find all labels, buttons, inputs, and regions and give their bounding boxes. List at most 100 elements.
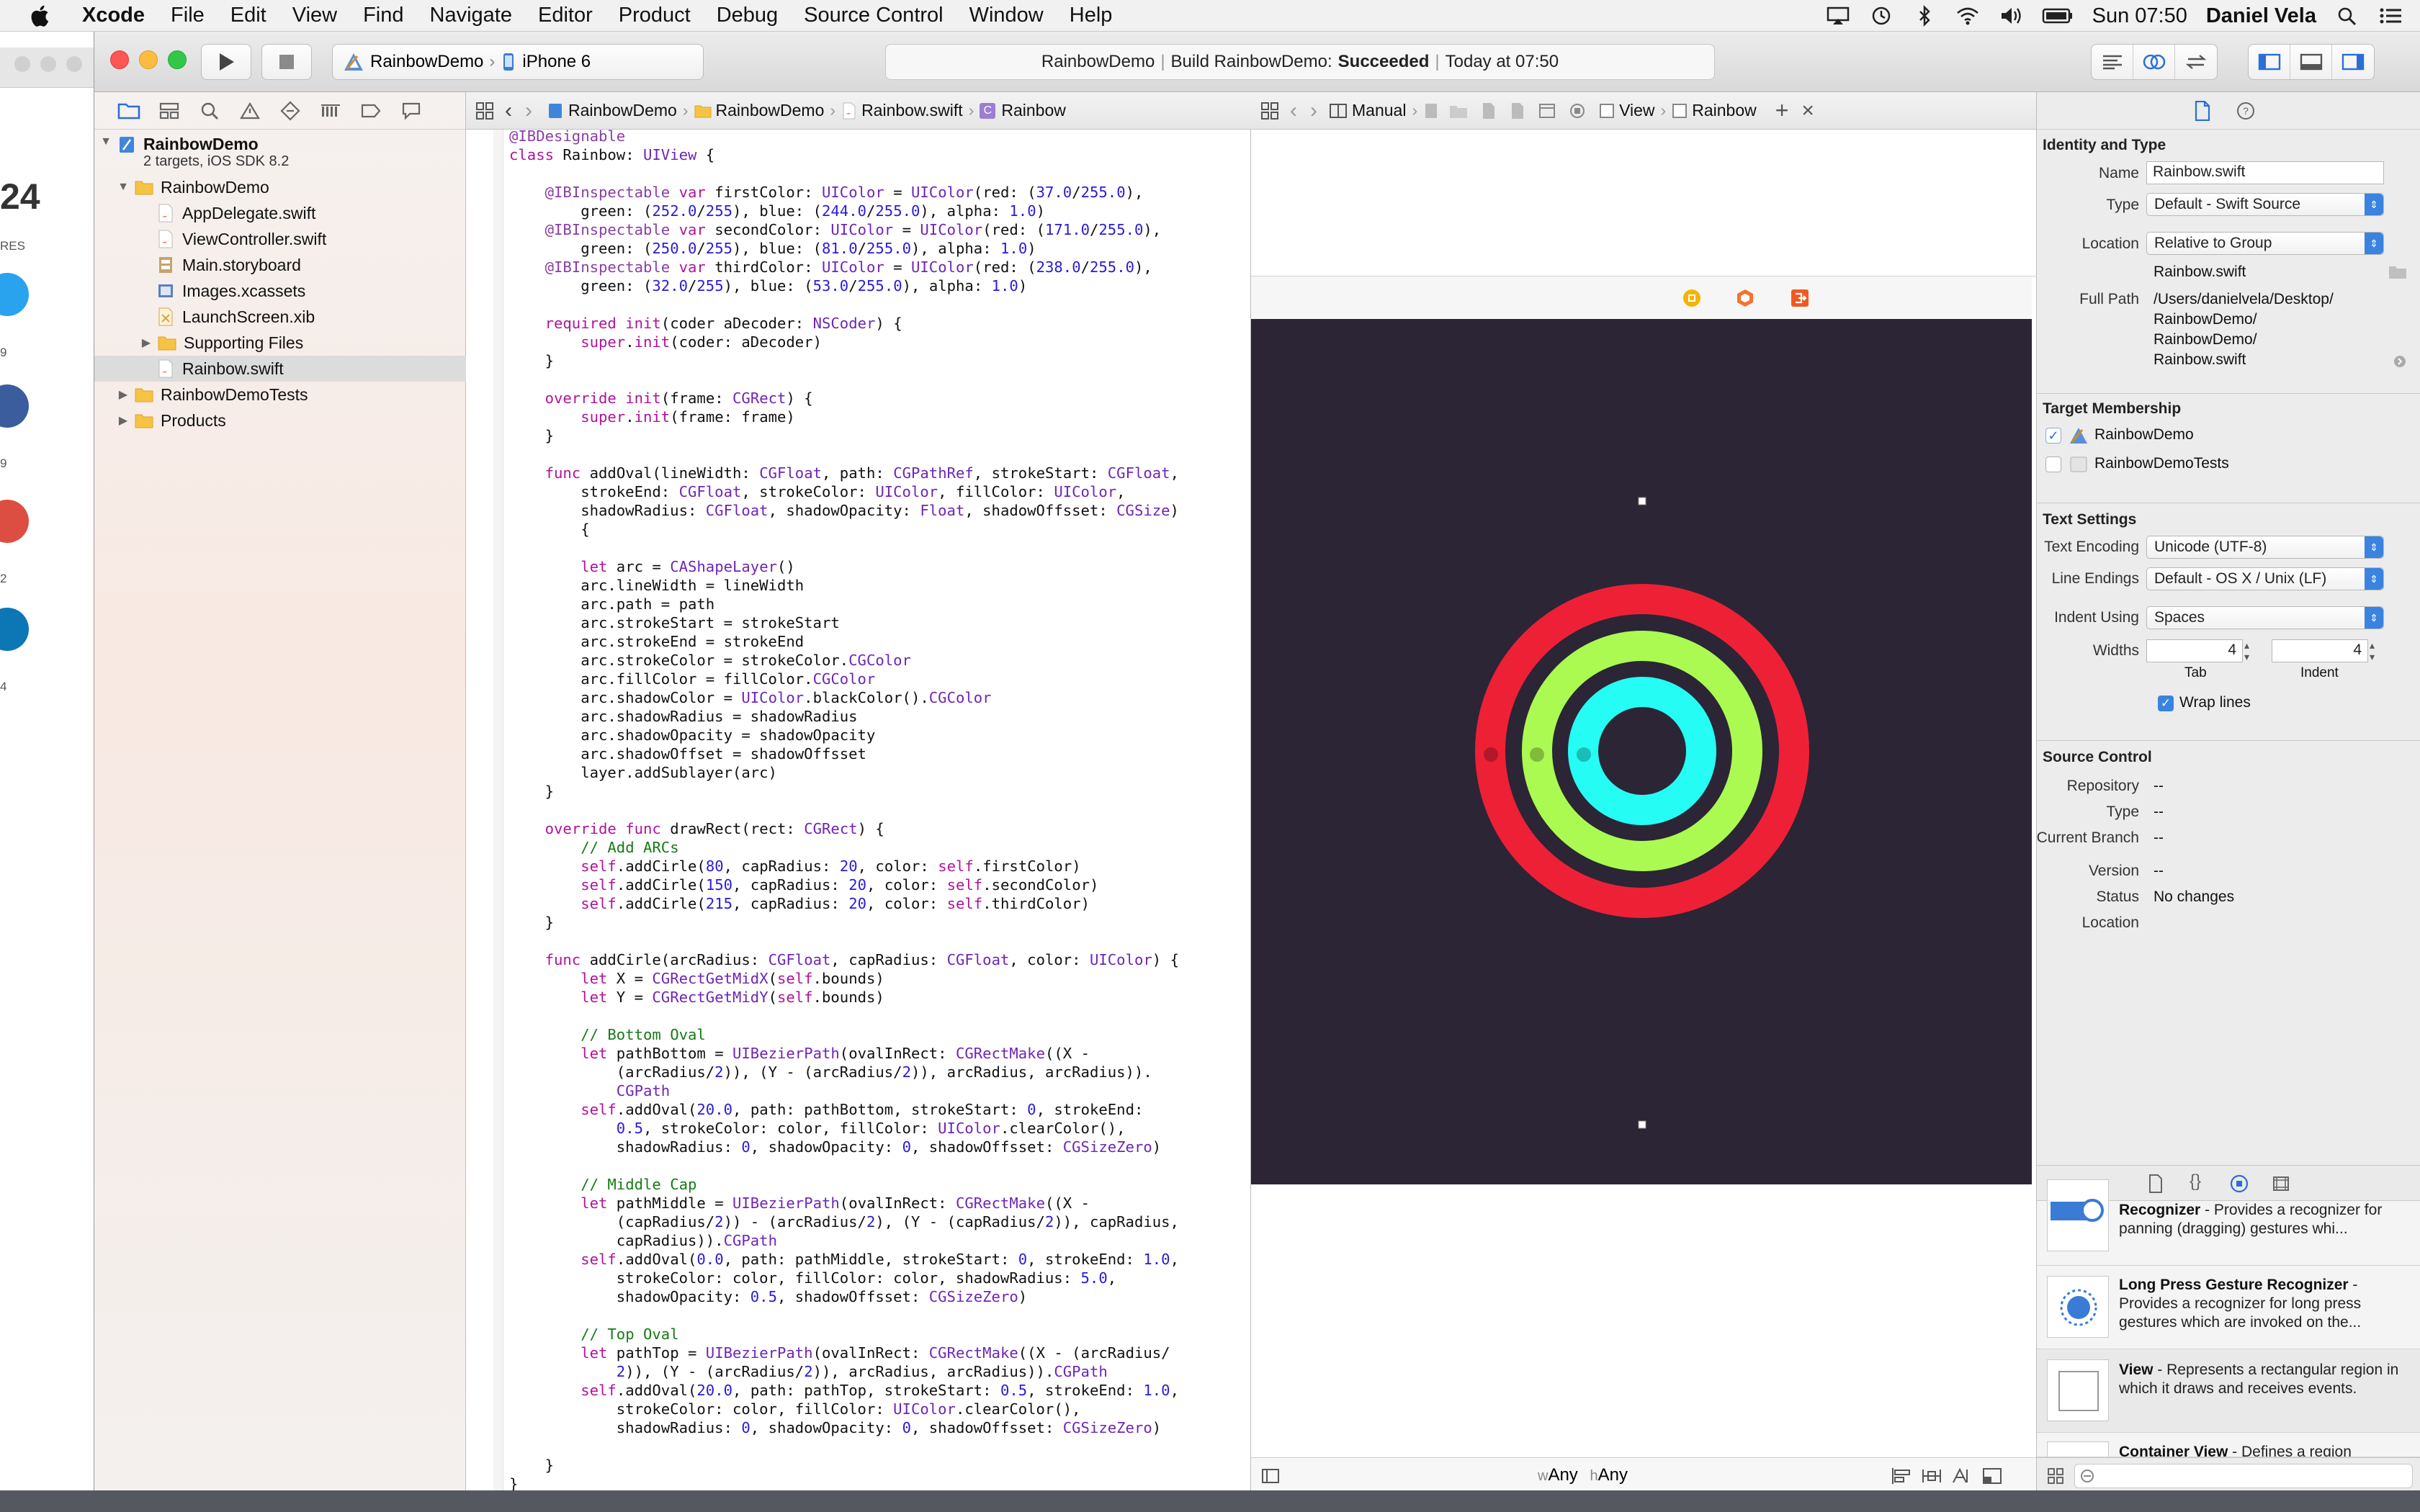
- code-text[interactable]: @IBDesignableclass Rainbow: UIView {​ @I…: [509, 127, 1251, 1493]
- file-row[interactable]: Images.xcassets: [94, 278, 466, 304]
- menu-product[interactable]: Product: [606, 4, 704, 27]
- jump-symbol[interactable]: Rainbow: [1001, 101, 1066, 120]
- line-endings-popup[interactable]: Default - OS X / Unix (LF) ⇕: [2146, 567, 2384, 590]
- code-line[interactable]: shadowOpacity: 0.5, shadowOffsset: CGSiz…: [509, 1287, 1251, 1306]
- related-items-icon[interactable]: [1260, 101, 1280, 121]
- back-arrow-icon[interactable]: ‹: [1290, 99, 1297, 123]
- reveal-in-finder-icon[interactable]: [2393, 354, 2407, 369]
- code-line[interactable]: super.init(coder: aDecoder): [509, 333, 1251, 351]
- navigator-toggle-icon[interactable]: [2249, 45, 2290, 79]
- code-line[interactable]: @IBInspectable var thirdColor: UIColor =…: [509, 258, 1251, 276]
- code-line[interactable]: let pathMiddle = UIBezierPath(ovalInRect…: [509, 1194, 1251, 1212]
- code-line[interactable]: layer.addSublayer(arc): [509, 763, 1251, 782]
- code-folding-ribbon[interactable]: [493, 130, 503, 1493]
- location-popup[interactable]: Relative to Group ⇕: [2146, 232, 2384, 255]
- breakpoint-navigator-icon[interactable]: [355, 96, 387, 125]
- facebook-share-icon[interactable]: [0, 384, 29, 428]
- code-line[interactable]: shadowRadius: CGFloat, shadowOpacity: Fl…: [509, 501, 1251, 520]
- code-line[interactable]: self.addOval(0.0, path: pathMiddle, stro…: [509, 1250, 1251, 1269]
- debug-area-toggle-icon[interactable]: [2290, 45, 2332, 79]
- code-line[interactable]: ​: [509, 1437, 1251, 1456]
- folder-browse-icon[interactable]: [2388, 264, 2407, 279]
- file-inspector-icon[interactable]: [2194, 101, 2211, 121]
- library-item[interactable]: Long Press Gesture Recognizer - Provides…: [2037, 1266, 2420, 1349]
- code-line[interactable]: // Bottom Oval: [509, 1025, 1251, 1044]
- code-line[interactable]: ​: [509, 370, 1251, 389]
- resizing-behavior-icon[interactable]: [1981, 1467, 2003, 1485]
- standard-editor-icon[interactable]: [2092, 45, 2133, 79]
- file-row[interactable]: LaunchScreen.xib: [94, 304, 466, 330]
- group-row-tests[interactable]: ▶ RainbowDemoTests: [94, 382, 466, 408]
- menu-source-control[interactable]: Source Control: [791, 4, 956, 27]
- code-line[interactable]: func addCirle(arcRadius: CGFloat, capRad…: [509, 950, 1251, 969]
- code-line[interactable]: let pathBottom = UIBezierPath(ovalInRect…: [509, 1044, 1251, 1063]
- menu-app-name[interactable]: Xcode: [78, 4, 158, 27]
- code-line[interactable]: arc.strokeStart = strokeStart: [509, 613, 1251, 632]
- indent-width-field[interactable]: 4: [2272, 639, 2368, 662]
- wifi-icon[interactable]: [1955, 5, 1980, 27]
- grid-view-icon[interactable]: [2047, 1467, 2064, 1485]
- close-assistant-icon[interactable]: ×: [1801, 99, 1814, 123]
- encoding-popup[interactable]: Unicode (UTF-8) ⇕: [2146, 536, 2384, 559]
- apple-icon[interactable]: [27, 4, 56, 28]
- debug-navigator-icon[interactable]: [315, 96, 346, 125]
- jump-group[interactable]: RainbowDemo: [716, 101, 825, 120]
- jump-manual[interactable]: Manual: [1352, 101, 1406, 120]
- code-line[interactable]: @IBDesignable: [509, 127, 1251, 145]
- code-line[interactable]: ​: [509, 445, 1251, 464]
- assistant-editor-icon[interactable]: [2133, 45, 2175, 79]
- code-line[interactable]: ​: [509, 164, 1251, 183]
- code-line[interactable]: let pathTop = UIBezierPath(ovalInRect: C…: [509, 1344, 1251, 1362]
- code-line[interactable]: self.addOval(20.0, path: pathTop, stroke…: [509, 1381, 1251, 1400]
- library-item-view[interactable]: View - Represents a rectangular region i…: [2037, 1349, 2420, 1433]
- minimize-button[interactable]: [139, 50, 158, 69]
- rainbow-view[interactable]: [1251, 319, 2032, 1184]
- menu-clock[interactable]: Sun 07:50: [2092, 4, 2187, 28]
- report-navigator-icon[interactable]: [395, 96, 427, 125]
- issue-navigator-icon[interactable]: [234, 96, 266, 125]
- code-line[interactable]: shadowRadius: 0, shadowOpacity: 0, shado…: [509, 1418, 1251, 1437]
- code-line[interactable]: (arcRadius/2)), (Y - (arcRadius/2)), arc…: [509, 1063, 1251, 1081]
- run-button[interactable]: [201, 44, 251, 80]
- code-line[interactable]: }: [509, 782, 1251, 801]
- file-type-popup[interactable]: Default - Swift Source ⇕: [2146, 193, 2384, 216]
- code-line[interactable]: green: (252.0/255), blue: (244.0/255.0),…: [509, 202, 1251, 220]
- document-outline-toggle-icon[interactable]: [1261, 1468, 1280, 1484]
- code-line[interactable]: required init(coder aDecoder: NSCoder) {: [509, 314, 1251, 333]
- code-line[interactable]: @IBInspectable var firstColor: UIColor =…: [509, 183, 1251, 202]
- code-line[interactable]: (capRadius/2)) - (arcRadius/2), (Y - (ca…: [509, 1212, 1251, 1231]
- code-line[interactable]: ​: [509, 539, 1251, 557]
- code-line[interactable]: arc.lineWidth = lineWidth: [509, 576, 1251, 595]
- media-library-icon[interactable]: [2272, 1174, 2290, 1193]
- utilities-toggle-icon[interactable]: [2332, 45, 2374, 79]
- code-line[interactable]: green: (32.0/255), blue: (53.0/255.0), a…: [509, 276, 1251, 295]
- notification-center-icon[interactable]: [2378, 5, 2403, 27]
- tab-width-field[interactable]: 4: [2146, 639, 2243, 662]
- code-line[interactable]: let Y = CGRectGetMidY(self.bounds): [509, 988, 1251, 1007]
- file-row[interactable]: AppDelegate.swift: [94, 200, 466, 226]
- menu-view[interactable]: View: [279, 4, 350, 27]
- code-line[interactable]: ​: [509, 1007, 1251, 1025]
- code-line[interactable]: shadowRadius: 0, shadowOpacity: 0, shado…: [509, 1138, 1251, 1156]
- symbol-navigator-icon[interactable]: [153, 96, 185, 125]
- file-row[interactable]: Main.storyboard: [94, 252, 466, 278]
- target-checkbox-checked[interactable]: ✓: [2045, 428, 2061, 444]
- indent-using-popup[interactable]: Spaces ⇕: [2146, 606, 2384, 629]
- menu-editor[interactable]: Editor: [525, 4, 606, 27]
- code-line[interactable]: strokeEnd: CGFloat, strokeColor: UIColor…: [509, 482, 1251, 501]
- file-template-library-icon[interactable]: [2148, 1174, 2164, 1193]
- back-arrow-icon[interactable]: ‹: [505, 99, 512, 123]
- wrap-lines-checkbox[interactable]: ✓: [2158, 696, 2174, 711]
- menu-debug[interactable]: Debug: [704, 4, 791, 27]
- code-line[interactable]: self.addCirle(215, capRadius: 20, color:…: [509, 894, 1251, 913]
- code-line[interactable]: ​: [509, 932, 1251, 950]
- code-line[interactable]: }: [509, 351, 1251, 370]
- code-line[interactable]: ​: [509, 295, 1251, 314]
- code-line[interactable]: self.addCirle(150, capRadius: 20, color:…: [509, 876, 1251, 894]
- code-line[interactable]: ​: [509, 1156, 1251, 1175]
- code-line[interactable]: // Top Oval: [509, 1325, 1251, 1344]
- code-line[interactable]: // Add ARCs: [509, 838, 1251, 857]
- library-item[interactable]: Recognizer - Provides a recognizer for p…: [2037, 1179, 2420, 1266]
- disclosure-closed-icon[interactable]: ▶: [139, 336, 153, 350]
- resize-handle-top[interactable]: [1638, 497, 1646, 505]
